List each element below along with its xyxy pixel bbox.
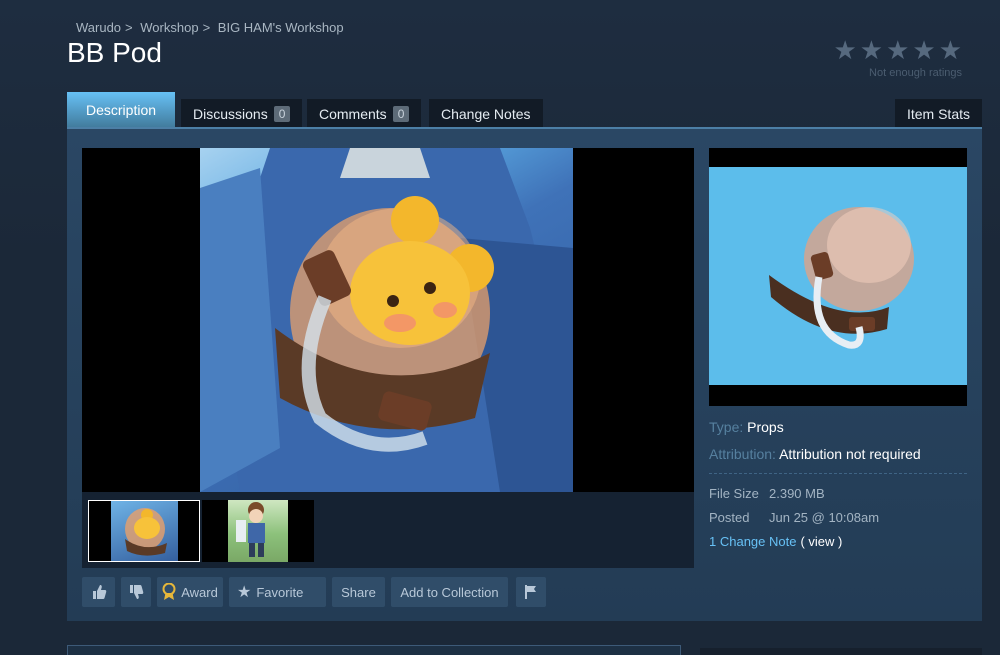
screenshot-image	[200, 148, 573, 492]
preview-image	[709, 148, 967, 406]
posted-row: Posted Jun 25 @ 10:08am	[709, 510, 967, 525]
description-box	[67, 645, 681, 655]
breadcrumb-separator: >	[202, 20, 211, 35]
tab-discussions[interactable]: Discussions 0	[181, 99, 303, 128]
change-note-row: 1 Change Note ( view )	[709, 534, 967, 549]
posted-label: Posted	[709, 510, 750, 525]
tab-label: Description	[86, 102, 157, 118]
file-size-row: File Size 2.390 MB	[709, 486, 967, 501]
tab-label: Item Stats	[906, 105, 970, 122]
breadcrumb-workshop[interactable]: Workshop	[140, 20, 198, 35]
breadcrumb-app[interactable]: Warudo	[76, 20, 121, 35]
star-icon: ★	[833, 35, 857, 65]
favorite-label: Favorite	[256, 584, 304, 600]
favorite-button[interactable]: ★ Favorite	[229, 577, 326, 607]
add-to-collection-button[interactable]: Add to Collection	[391, 577, 508, 607]
thumbs-up-icon	[91, 584, 107, 600]
tab-change-notes[interactable]: Change Notes	[429, 99, 543, 128]
file-size-value: 2.390 MB	[769, 486, 825, 501]
tab-label: Discussions	[193, 105, 268, 122]
breadcrumb: Warudo > Workshop > BIG HAM's Workshop	[76, 20, 344, 35]
count-badge: 0	[273, 105, 291, 122]
preview-render	[709, 167, 967, 385]
award-label: Award	[181, 584, 218, 600]
report-button[interactable]	[516, 577, 546, 607]
main-screenshot[interactable]	[82, 148, 694, 492]
view-change-notes-link[interactable]: ( view )	[800, 534, 842, 549]
breadcrumb-author-workshop[interactable]: BIG HAM's Workshop	[218, 20, 344, 35]
rating: ★ ★ ★ ★ ★ Not enough ratings	[833, 37, 962, 79]
thumbnail[interactable]	[202, 500, 314, 562]
rating-note: Not enough ratings	[869, 67, 962, 79]
sidebar-box	[700, 648, 982, 655]
page-title: BB Pod	[67, 37, 162, 68]
type-value[interactable]: Props	[747, 419, 784, 435]
item-panel: Award ★ Favorite Share Add to Collection	[67, 127, 982, 621]
type-row: Type: Props	[709, 419, 967, 435]
tab-description[interactable]: Description	[67, 92, 176, 128]
breadcrumb-separator: >	[125, 20, 133, 35]
type-label: Type:	[709, 419, 744, 435]
tab-label: Comments	[319, 105, 387, 122]
tab-bar: Description Discussions 0 Comments 0 Cha…	[67, 92, 982, 128]
flag-icon	[524, 585, 538, 599]
posted-value: Jun 25 @ 10:08am	[769, 510, 880, 525]
star-icon: ★	[912, 35, 936, 65]
star-icon: ★	[859, 35, 884, 65]
award-icon	[162, 583, 176, 601]
item-details: Type: Props Attribution: Attribution not…	[709, 419, 967, 558]
star-icon: ★	[886, 35, 910, 65]
action-bar: Award ★ Favorite Share Add to Collection	[82, 577, 552, 607]
count-badge: 0	[392, 105, 410, 122]
star-icon: ★	[938, 35, 962, 65]
thumbs-down-icon	[128, 584, 144, 600]
award-button[interactable]: Award	[157, 577, 223, 607]
tab-label: Change Notes	[441, 105, 531, 122]
rating-stars: ★ ★ ★ ★ ★	[833, 37, 962, 63]
attribution-row: Attribution: Attribution not required	[709, 446, 967, 462]
thumbnail-selected[interactable]	[88, 500, 200, 562]
change-note-link[interactable]: 1 Change Note	[709, 534, 796, 549]
attribution-value: Attribution not required	[779, 446, 921, 462]
tab-comments[interactable]: Comments 0	[307, 99, 422, 128]
add-to-collection-label: Add to Collection	[400, 584, 499, 600]
thumbnail-strip	[82, 492, 694, 568]
share-label: Share	[341, 584, 376, 600]
tab-item-stats[interactable]: Item Stats	[894, 99, 982, 128]
rate-up-button[interactable]	[82, 577, 115, 607]
divider	[709, 473, 967, 474]
file-size-label: File Size	[709, 486, 759, 501]
rate-down-button[interactable]	[121, 577, 151, 607]
share-button[interactable]: Share	[332, 577, 385, 607]
attribution-label: Attribution:	[709, 446, 776, 462]
star-icon: ★	[237, 584, 252, 601]
